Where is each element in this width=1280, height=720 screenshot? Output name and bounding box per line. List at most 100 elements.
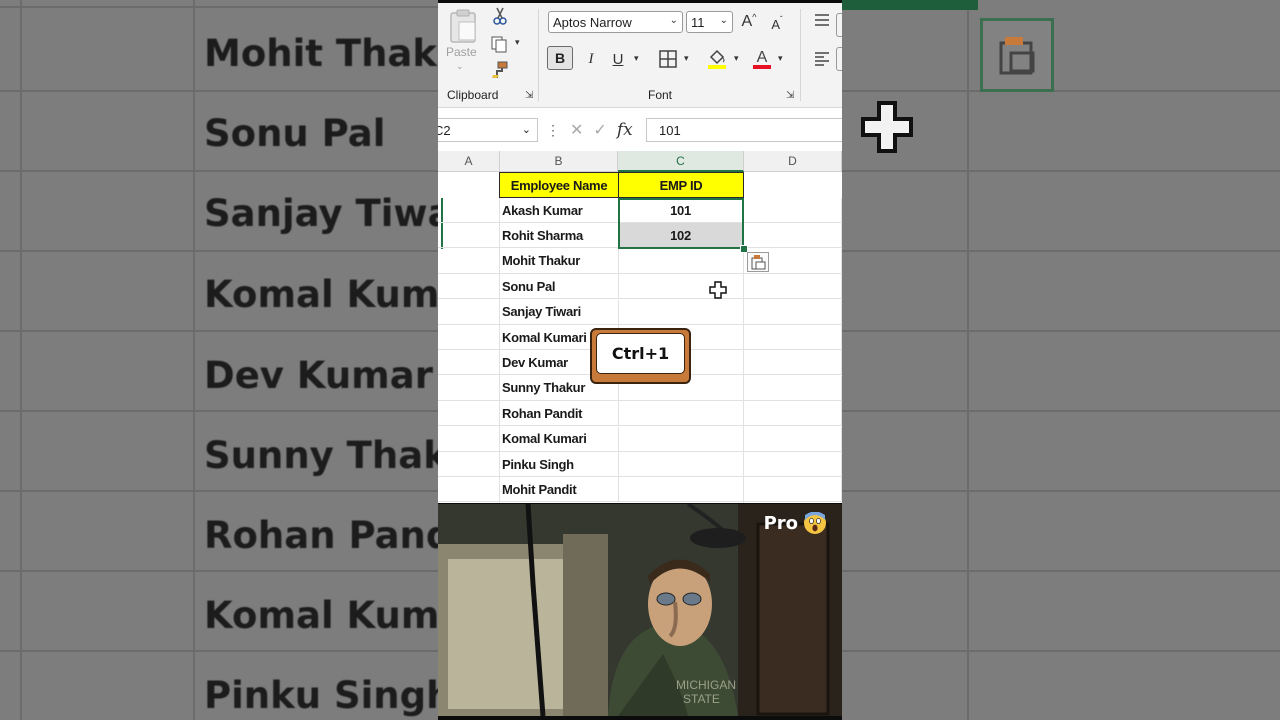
bg-gridline — [842, 570, 1280, 572]
cell-emp-id[interactable] — [618, 452, 744, 477]
cell-column-d[interactable] — [744, 274, 842, 300]
underline-button[interactable]: U — [608, 47, 628, 71]
cell-emp-id[interactable]: 102 — [618, 223, 744, 249]
cell-employee-name[interactable]: Sonu Pal — [499, 274, 619, 300]
bold-button[interactable]: B — [547, 46, 573, 70]
cell-column-a[interactable] — [438, 426, 500, 452]
top-align-icon[interactable] — [812, 11, 832, 31]
cell-column-a[interactable] — [438, 477, 500, 503]
cell-column-d[interactable] — [744, 426, 842, 452]
cartoon-character-illustration: MICHIGAN STATE — [438, 504, 842, 716]
confirm-entry-icon[interactable]: ✓ — [593, 120, 606, 140]
cell-employee-name[interactable]: Akash Kumar — [499, 198, 619, 223]
excel-window: Paste ⌄ ▾ Clipboard ⇲ Aptos Narrow ⌄ 11 … — [438, 3, 842, 503]
format-painter-icon[interactable] — [489, 59, 511, 81]
cell-column-a[interactable] — [438, 198, 500, 223]
column-header-a[interactable]: A — [438, 151, 500, 172]
borders-dropdown-icon[interactable]: ▾ — [684, 53, 689, 64]
cell-column-d[interactable] — [744, 452, 842, 477]
cell-emp-id[interactable] — [618, 426, 744, 452]
column-header-b[interactable]: B — [500, 151, 618, 172]
column-header-c[interactable]: C — [618, 151, 744, 172]
cell-column-a[interactable] — [438, 299, 500, 325]
cancel-entry-icon[interactable]: ✕ — [570, 120, 583, 140]
worksheet-grid[interactable]: A B C D Employee Name EMP ID Akash Kumar… — [438, 151, 842, 503]
decrease-font-size-button[interactable]: Aˇ — [768, 13, 786, 35]
reaction-video: MICHIGAN STATE Pro — [438, 504, 842, 716]
paste-options-icon[interactable] — [747, 252, 769, 272]
cell-column-a[interactable] — [438, 248, 500, 274]
cell-emp-id[interactable] — [618, 477, 744, 503]
bg-name: Rohan Pandit — [204, 514, 438, 557]
paste-dropdown-icon[interactable]: ⌄ — [456, 61, 464, 72]
screaming-face-emoji-icon — [804, 511, 826, 534]
wrap-text-button[interactable] — [836, 13, 842, 37]
bg-name: Pinku Singh — [204, 674, 438, 717]
formula-input[interactable]: 101 — [646, 118, 842, 142]
cell-column-a[interactable] — [438, 325, 500, 350]
formula-bar: C2 ⌄ ⋮ ✕ ✓ fx 101 — [438, 115, 842, 145]
cell-employee-name[interactable]: Rohan Pandit — [499, 401, 619, 427]
cell-column-d[interactable] — [744, 299, 842, 325]
font-color-dropdown-icon[interactable]: ▾ — [778, 53, 783, 64]
bg-gridline — [842, 250, 1280, 252]
cell-c1[interactable]: EMP ID — [618, 172, 744, 198]
cell-column-d[interactable] — [744, 350, 842, 376]
cell-column-d[interactable] — [744, 477, 842, 503]
cut-icon[interactable] — [491, 6, 509, 26]
paste-icon[interactable] — [446, 7, 480, 45]
group-separator — [538, 9, 539, 101]
clipboard-dialog-launcher-icon[interactable]: ⇲ — [525, 90, 533, 101]
cell-column-a[interactable] — [438, 274, 500, 300]
bg-gridline — [0, 650, 438, 652]
fill-color-dropdown-icon[interactable]: ▾ — [734, 53, 739, 64]
cell-column-d[interactable] — [744, 223, 842, 249]
cell-emp-id[interactable] — [618, 401, 744, 427]
cell-employee-name[interactable]: Rohit Sharma — [499, 223, 619, 249]
copy-icon[interactable] — [488, 33, 510, 55]
svg-text:MICHIGAN: MICHIGAN — [676, 678, 736, 692]
font-name-combobox[interactable]: Aptos Narrow ⌄ — [548, 11, 683, 33]
cell-employee-name[interactable]: Sanjay Tiwari — [499, 299, 619, 325]
underline-dropdown-icon[interactable]: ▾ — [634, 53, 639, 64]
fill-color-icon[interactable] — [706, 46, 728, 72]
bg-paste-options-icon — [980, 18, 1054, 92]
cell-column-a[interactable] — [438, 452, 500, 477]
column-header-d[interactable]: D — [744, 151, 842, 172]
cell-employee-name[interactable]: Mohit Pandit — [499, 477, 619, 503]
merge-center-button[interactable] — [836, 47, 842, 71]
font-color-icon[interactable]: A — [751, 46, 773, 72]
cell-column-d[interactable] — [744, 401, 842, 427]
cell-emp-id[interactable] — [618, 248, 744, 274]
bg-selection-edge — [842, 0, 978, 10]
cell-employee-name[interactable]: Mohit Thakur — [499, 248, 619, 274]
cell-column-a[interactable] — [438, 401, 500, 427]
name-box[interactable]: C2 ⌄ — [438, 118, 538, 142]
bg-gridline — [20, 0, 22, 720]
borders-icon[interactable] — [657, 47, 679, 71]
cell-employee-name[interactable]: Komal Kumari — [499, 426, 619, 452]
copy-dropdown-icon[interactable]: ▾ — [515, 37, 520, 48]
cell-column-a[interactable] — [438, 350, 500, 376]
chevron-down-icon: ⌄ — [719, 15, 728, 26]
insert-function-icon[interactable]: fx — [617, 120, 633, 140]
formula-controls: ⋮ ✕ ✓ fx — [546, 119, 633, 141]
font-size-combobox[interactable]: 11 ⌄ — [686, 11, 733, 33]
keyboard-shortcut-overlay: Ctrl+1 — [590, 328, 691, 384]
font-dialog-launcher-icon[interactable]: ⇲ — [786, 90, 794, 101]
cell-employee-name[interactable]: Pinku Singh — [499, 452, 619, 477]
cell-column-a[interactable] — [438, 375, 500, 401]
cell-column-d[interactable] — [744, 325, 842, 350]
more-options-icon[interactable]: ⋮ — [546, 122, 560, 139]
italic-button[interactable]: I — [581, 47, 601, 71]
bg-gridline — [842, 330, 1280, 332]
cell-emp-id[interactable]: 101 — [618, 198, 744, 223]
align-left-icon[interactable] — [812, 49, 832, 69]
cell-column-d[interactable] — [744, 375, 842, 401]
cell-b1[interactable]: Employee Name — [499, 172, 619, 198]
cell-column-a[interactable] — [438, 223, 500, 249]
cell-column-d[interactable] — [744, 198, 842, 223]
bg-name: Dev Kumar — [204, 354, 433, 397]
increase-font-size-button[interactable]: A ^ — [739, 11, 759, 33]
chevron-down-icon: ⌄ — [669, 15, 678, 26]
